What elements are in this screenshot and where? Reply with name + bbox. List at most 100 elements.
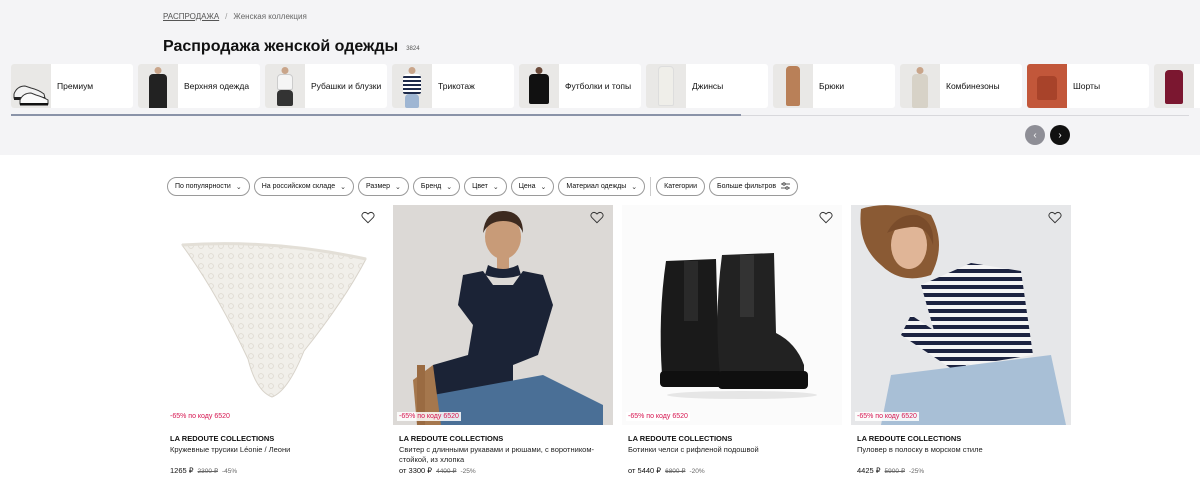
sort-label: По популярности (175, 183, 231, 190)
category-carousel: Премиум Верхняя одежда Рубашки и блузки (11, 64, 1200, 108)
product-name[interactable]: Пуловер в полоску в морском стиле (857, 445, 1062, 465)
category-label: Брюки (819, 80, 845, 91)
filter-material[interactable]: Материал одежды ⌄ (558, 177, 646, 196)
price-row: от 3300 ₽ 4400 ₽ -25% (399, 466, 613, 475)
more-filters-label: Больше фильтров (716, 183, 777, 190)
category-label: Шорты (1073, 80, 1101, 91)
coat-icon (138, 64, 178, 108)
chevron-down-icon: ⌄ (540, 183, 547, 191)
old-price: 4400 ₽ (436, 468, 457, 475)
category-jeans[interactable]: Джинсы (646, 64, 768, 108)
chelsea-boots-image (622, 205, 842, 425)
chevron-right-icon: › (1058, 129, 1062, 141)
chevron-down-icon: ⌄ (235, 183, 242, 191)
discount-badge: -45% (221, 468, 238, 475)
breadcrumb-sale-link[interactable]: РАСПРОДАЖА (163, 12, 219, 21)
filter-russian-warehouse[interactable]: На российском складе ⌄ (253, 177, 354, 196)
product-grid: -65% по коду 6520 LA REDOUTE COLLECTIONS… (164, 205, 1071, 475)
jeans-icon (646, 64, 686, 108)
filter-divider (650, 177, 652, 196)
category-label: Верхняя одежда (184, 80, 250, 91)
category-tshirts[interactable]: Футболки и топы (519, 64, 641, 108)
chevron-down-icon: ⌄ (395, 183, 401, 191)
old-price: 6800 ₽ (665, 468, 686, 475)
heart-icon[interactable] (1048, 211, 1062, 224)
product-price: 1265 ₽ (170, 466, 194, 475)
carousel-next-button[interactable]: › (1050, 125, 1070, 145)
category-label: Комбинезоны (946, 80, 1000, 91)
category-trousers[interactable]: Брюки (773, 64, 895, 108)
filter-price[interactable]: Цена ⌄ (510, 177, 555, 196)
jumpsuit-icon (900, 64, 940, 108)
sort-dropdown[interactable]: По популярности ⌄ (167, 177, 250, 196)
category-knitwear[interactable]: Трикотаж (392, 64, 514, 108)
filter-bar: По популярности ⌄ На российском складе ⌄… (167, 177, 799, 196)
category-shorts[interactable]: Шорты (1027, 64, 1149, 108)
price-row: от 5440 ₽ 6800 ₽ -20% (628, 466, 842, 475)
filter-brand[interactable]: Бренд ⌄ (412, 177, 461, 196)
category-label: Премиум (57, 80, 94, 91)
category-jumpsuits[interactable]: Комбинезоны (900, 64, 1022, 108)
promo-label: -65% по коду 6520 (626, 412, 690, 421)
heart-icon[interactable] (590, 211, 604, 224)
category-label: Трикотаж (438, 80, 475, 91)
product-image[interactable]: -65% по коду 6520 (164, 205, 384, 425)
product-name[interactable]: Ботинки челси с рифленой подошвой (628, 445, 833, 465)
trousers-icon (773, 64, 813, 108)
filter-label: Бренд (420, 183, 442, 190)
product-card[interactable]: -65% по коду 6520 LA REDOUTE COLLECTIONS… (164, 205, 384, 475)
category-outerwear[interactable]: Верхняя одежда (138, 64, 260, 108)
filter-label: Цвет (472, 183, 488, 190)
product-card[interactable]: -65% по коду 6520 LA REDOUTE COLLECTIONS… (393, 205, 613, 475)
heart-icon[interactable] (361, 211, 375, 224)
product-brand: LA REDOUTE COLLECTIONS (857, 434, 962, 443)
product-card[interactable]: -65% по коду 6520 LA REDOUTE COLLECTIONS… (851, 205, 1071, 475)
woman-sweater-image (393, 205, 613, 425)
category-dresses[interactable]: П (1154, 64, 1200, 108)
categories-button[interactable]: Категории (656, 177, 705, 196)
product-price: от 5440 ₽ (628, 466, 662, 475)
filter-label: На российском складе (261, 183, 336, 190)
category-label: Футболки и топы (565, 80, 632, 91)
breadcrumb-separator: / (225, 12, 228, 21)
filter-label: Материал одежды (566, 183, 627, 190)
page-title: Распродажа женской одежды 3824 (163, 38, 420, 56)
filter-size[interactable]: Размер ⌄ (357, 177, 409, 196)
promo-label: -65% по коду 6520 (168, 412, 232, 421)
product-image[interactable]: -65% по коду 6520 (622, 205, 842, 425)
product-name[interactable]: Кружевные трусики Léonie / Леони (170, 445, 375, 465)
categories-label: Категории (664, 183, 697, 190)
top-icon (519, 64, 559, 108)
price-row: 4425 ₽ 5900 ₽ -25% (857, 466, 1071, 475)
heart-icon[interactable] (819, 211, 833, 224)
filter-label: Размер (365, 183, 391, 190)
promo-label: -65% по коду 6520 (855, 412, 919, 421)
page-title-text: Распродажа женской одежды (163, 38, 399, 55)
sliders-icon (781, 181, 791, 192)
category-shirts[interactable]: Рубашки и блузки (265, 64, 387, 108)
product-count: 3824 (406, 46, 420, 52)
dress-icon (1154, 64, 1194, 108)
product-brand: LA REDOUTE COLLECTIONS (170, 434, 275, 443)
category-premium[interactable]: Премиум (11, 64, 133, 108)
product-image[interactable]: -65% по коду 6520 (851, 205, 1071, 425)
discount-badge: -25% (460, 468, 476, 475)
category-label: Рубашки и блузки (311, 80, 382, 91)
product-name[interactable]: Свитер с длинными рукавами и рюшами, с в… (399, 445, 604, 465)
chevron-down-icon: ⌄ (446, 183, 453, 191)
filter-color[interactable]: Цвет ⌄ (464, 177, 507, 196)
carousel-scroll-thumb[interactable] (11, 114, 741, 116)
old-price: 2300 ₽ (197, 468, 218, 475)
product-brand: LA REDOUTE COLLECTIONS (628, 434, 733, 443)
product-price: от 3300 ₽ (399, 466, 433, 475)
promo-label: -65% по коду 6520 (397, 412, 461, 421)
more-filters-button[interactable]: Больше фильтров (708, 177, 799, 196)
chevron-down-icon: ⌄ (631, 183, 638, 191)
price-row: 1265 ₽ 2300 ₽ -45% (170, 466, 384, 475)
carousel-prev-button[interactable]: ‹ (1025, 125, 1045, 145)
product-image[interactable]: -65% по коду 6520 (393, 205, 613, 425)
breadcrumb-current: Женская коллекция (233, 12, 307, 21)
woman-striped-pullover-image (851, 205, 1071, 425)
chevron-down-icon: ⌄ (492, 183, 499, 191)
product-card[interactable]: -65% по коду 6520 LA REDOUTE COLLECTIONS… (622, 205, 842, 475)
